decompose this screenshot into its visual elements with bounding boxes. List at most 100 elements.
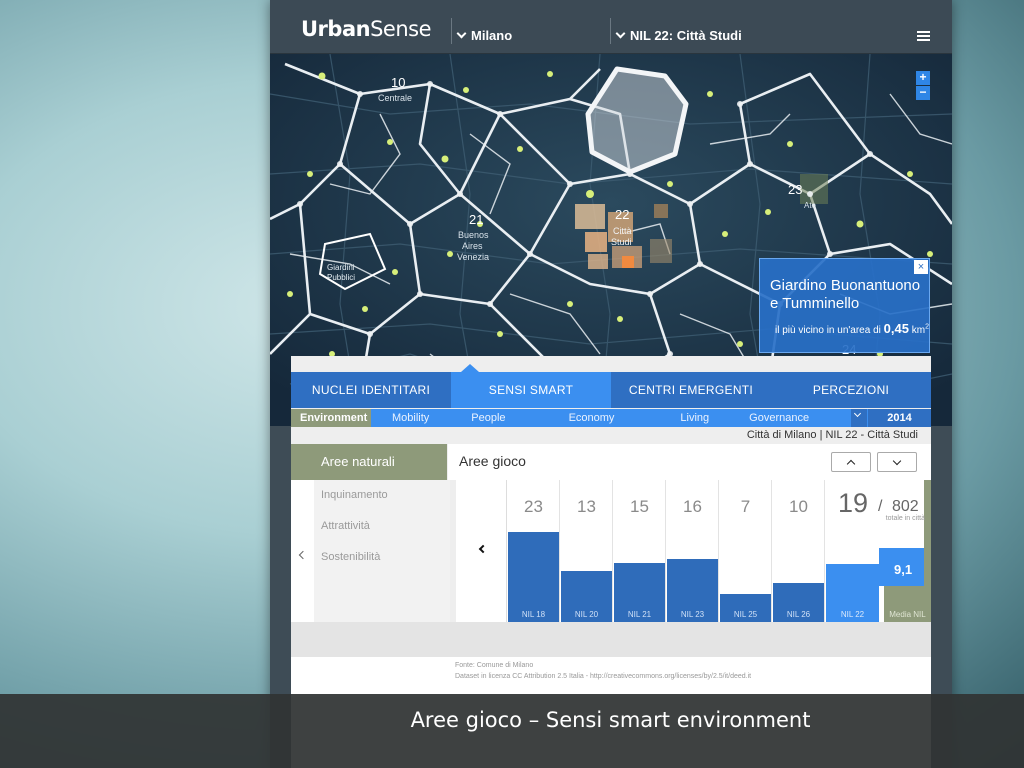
chart-bar-column[interactable]: 15 NIL 21 [614,480,666,622]
average-nil-value: 9,1 [894,562,913,577]
indicator-title: Aree gioco [459,453,526,469]
source-line: Fonte: Comune di Milano [455,662,534,669]
main-tabs: NUCLEI IDENTITARI SENSI SMART CENTRI EME… [291,364,931,408]
urbansense-logo[interactable]: UrbanSense [301,17,431,41]
chart-prev-button[interactable] [456,480,507,622]
header-divider [451,18,452,44]
nil-bar-chart: 23 NIL 18 13 NIL 20 15 NIL 21 16 NIL 23 7 NIL 25 1… [456,480,931,622]
year-dropdown[interactable]: 2014 [851,409,931,427]
map-label: Pubblici [327,273,355,282]
urbansense-app: UrbanSense Milano NIL 22: Città Studi 10… [270,0,952,768]
logo-light-text: Sense [370,17,431,41]
nil-dropdown-label: NIL 22: Città Studi [630,28,742,43]
map-label: Centrale [378,93,412,103]
zoom-out-button[interactable]: − [916,86,930,100]
sub-tabs: Environment Mobility People Economy Livi… [291,409,931,427]
selected-category-label: NIL 22 [840,610,865,619]
map-label: 21 [469,212,483,227]
popup-area-value: 0,45 [883,321,909,336]
license-line: Dataset in licenza CC Attribution 2.5 It… [455,673,752,680]
popup-title-line1: Giardino Buonantuono [770,277,921,294]
chevron-down-icon [853,409,862,418]
tab-sensi-smart[interactable]: SENSI SMART [451,364,611,408]
caption-text: Aree gioco – Sensi smart environment [410,708,811,732]
chart-bar-column[interactable]: 16 NIL 23 [667,480,719,622]
indicator-list: Inquinamento Attrattività Sostenibilità [314,480,450,622]
map-zoom-control: + − [916,71,930,101]
popup-title-line2: e Tumminello [770,295,860,312]
indicator-item-sostenibilita[interactable]: Sostenibilità [314,550,450,581]
breadcrumb: Città di Milano | NIL 22 - Città Studi [746,429,918,441]
tab-nuclei-identitari[interactable]: NUCLEI IDENTITARI [291,372,451,408]
chart-bar-column[interactable]: 23 NIL 18 [508,480,560,622]
chevron-left-icon [298,550,308,560]
bar [508,532,559,622]
selected-value: 19 [838,488,869,518]
map-label: 10 [391,75,405,90]
subtab-mobility[interactable]: Mobility [371,412,450,424]
sort-down-button[interactable] [877,452,917,472]
tab-centri-emergenti[interactable]: CENTRI EMERGENTI [611,372,771,408]
city-dropdown-label: Milano [471,28,513,43]
hamburger-menu-icon[interactable] [917,31,930,41]
data-source-footer: Fonte: Comune di Milano Dataset in licen… [291,657,931,697]
header-divider [610,18,611,44]
map-label: Venezia [457,252,489,262]
subtab-living[interactable]: Living [635,412,730,424]
logo-bold-text: Urban [301,17,371,41]
sort-up-button[interactable] [831,452,871,472]
bar-value-label: 23 [524,497,543,516]
subtab-people[interactable]: People [450,412,526,424]
bar-category-label: NIL 23 [680,610,705,619]
bar-category-label: NIL 26 [786,610,811,619]
app-header: UrbanSense Milano NIL 22: Città Studi [270,0,952,54]
city-dropdown[interactable]: Milano [456,28,513,43]
chart-bar-column[interactable]: 13 NIL 20 [561,480,613,622]
chevron-down-icon [892,456,902,466]
subtab-economy[interactable]: Economy [527,412,636,424]
bar-value-label: 10 [789,497,808,516]
tab-percezioni[interactable]: PERCEZIONI [771,372,931,408]
map-label: 22 [615,207,629,222]
map-label: Studi [611,237,632,247]
playground-popup: × Giardino Buonantuono e Tumminello il p… [759,258,930,353]
popup-area-unit: km [911,325,926,336]
indicator-item-inquinamento[interactable]: Inquinamento [314,488,450,519]
city-total-value: 802 [892,498,919,515]
year-value: 2014 [868,409,931,427]
popup-area-exponent: 2 [925,323,929,331]
map-label: Buenos [458,230,489,240]
map-label: 23 [788,182,802,197]
bar-value-label: 16 [683,497,702,516]
map-label: Aires [462,241,483,251]
map-label: Città [613,226,632,236]
bar-value-label: 7 [740,497,751,516]
map-label: Ate [804,201,817,210]
indicator-header: Aree gioco [448,444,931,480]
chevron-up-icon [846,459,856,469]
zoom-in-button[interactable]: + [916,71,930,85]
slide-caption: Aree gioco – Sensi smart environment [0,694,1024,768]
average-nil-marker: Media NIL [884,586,931,622]
bar-category-label: NIL 20 [574,610,599,619]
close-icon[interactable]: × [914,260,928,274]
nil-dropdown[interactable]: NIL 22: Città Studi [615,28,742,43]
subtab-environment[interactable]: Environment [291,409,371,427]
indicator-group-title[interactable]: Aree naturali [291,444,447,480]
city-total-label: totale in città [885,515,925,522]
year-dropdown-toggle[interactable] [851,409,867,427]
map-label: Giardini [327,263,355,272]
bar-category-label: NIL 18 [521,610,546,619]
chart-bar-column[interactable]: 10 NIL 26 [773,480,825,622]
average-nil-label: Media NIL [889,610,926,619]
chevron-down-icon [456,28,467,39]
chevron-left-icon [478,544,488,554]
chart-bar-column[interactable]: 7 NIL 25 [720,480,772,622]
indicator-sidebar: Aree naturali Inquinamento Attrattività … [291,444,450,622]
sidebar-back-button[interactable] [291,480,314,622]
bar-category-label: NIL 25 [733,610,758,619]
subtab-governance[interactable]: Governance [730,412,830,424]
indicator-item-attrattivita[interactable]: Attrattività [314,519,450,550]
bar-value-label: 13 [577,497,596,516]
bar-category-label: NIL 21 [627,610,652,619]
